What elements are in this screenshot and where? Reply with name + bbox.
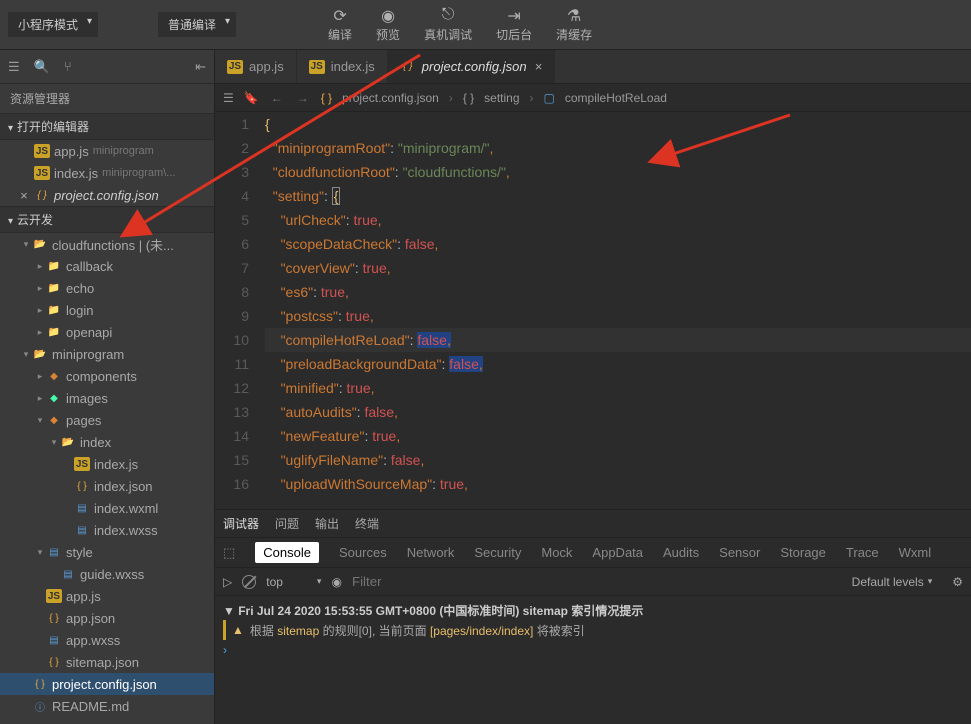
scope-dropdown[interactable]: top [266,575,321,589]
devtools-tab[interactable]: AppData [592,545,643,560]
console-group-header[interactable]: ▼ Fri Jul 24 2020 15:53:55 GMT+0800 (中国标… [223,600,963,620]
top-toolbar: 小程序模式 普通编译 ⟳编译 ◉预览 ⎋真机调试 ⇥切后台 ⚗清缓存 [0,0,971,50]
levels-dropdown[interactable]: Default levels [852,575,933,589]
debug-tab[interactable]: 终端 [355,515,379,532]
debug-tab[interactable]: 输出 [315,515,339,532]
editor-tabs: JSapp.jsJSindex.js{ }project.config.json… [215,50,971,84]
branch-icon[interactable]: ⑂ [64,59,72,74]
tree-item[interactable]: ⓘREADME.md [0,695,214,717]
explorer-iconrow: ☰ 🔍 ⑂ ⇤ [0,50,214,84]
tree-item[interactable]: ▸📁login [0,299,214,321]
tree-item[interactable]: ▾▤style [0,541,214,563]
tree-item[interactable]: ▾◆pages [0,409,214,431]
editor-tab[interactable]: JSindex.js [297,50,388,83]
debug-main-tabs: 调试器问题输出终端 [215,510,971,538]
list-icon[interactable]: ☰ [8,59,20,75]
collapse-icon[interactable]: ⇤ [195,59,206,75]
build-button[interactable]: ⟳编译 [328,6,352,43]
code-editor[interactable]: 12345678910111213141516 { "miniprogramRo… [215,112,971,509]
menu-icon[interactable]: ☰ [223,91,234,105]
tree-item[interactable]: ▸◆components [0,365,214,387]
devtools-tab[interactable]: Audits [663,545,699,560]
debug-panel: 调试器问题输出终端 ⬚ Console Sources Network Securit… [215,509,971,724]
eye-icon[interactable]: ◉ [331,575,341,589]
json-icon: { } [321,91,332,105]
debug-subtabs: ⬚ Console Sources Network Security Mock AppDa… [215,538,971,568]
tree-item[interactable]: { }index.json [0,475,214,497]
filter-input[interactable] [352,574,842,589]
editor-area: JSapp.jsJSindex.js{ }project.config.json… [215,50,971,724]
close-icon[interactable]: × [535,59,543,74]
explorer-title: 资源管理器 [0,84,214,113]
open-editor-item[interactable]: JSapp.jsminiprogram [0,140,214,162]
explorer-panel: ☰ 🔍 ⑂ ⇤ 资源管理器 打开的编辑器 JSapp.jsminiprogram… [0,50,215,724]
bookmark-icon[interactable]: 🔖 [244,91,259,105]
tree-item[interactable]: ▤index.wxss [0,519,214,541]
debug-tab[interactable]: 问题 [275,515,299,532]
inspect-icon[interactable]: ⬚ [223,545,235,561]
cloud-dev-section[interactable]: 云开发 [0,206,214,233]
tree-item[interactable]: ▾📂miniprogram [0,343,214,365]
clear-cache-button[interactable]: ⚗清缓存 [556,6,592,43]
tree-item[interactable]: JSindex.js [0,453,214,475]
devtools-tab[interactable]: Network [407,545,455,560]
tree-item[interactable]: ▸📁echo [0,277,214,299]
preview-button[interactable]: ◉预览 [376,6,400,43]
devtools-tab[interactable]: Mock [541,545,572,560]
clear-console-icon[interactable] [242,575,256,589]
settings-icon[interactable]: ⚙ [952,575,963,589]
tree-item[interactable]: ▤index.wxml [0,497,214,519]
background-button[interactable]: ⇥切后台 [496,6,532,43]
tree-item[interactable]: ▾📂index [0,431,214,453]
devtools-tab[interactable]: Sensor [719,545,760,560]
editor-tab[interactable]: JSapp.js [215,50,297,83]
editor-tab[interactable]: { }project.config.json× [388,50,555,83]
breadcrumb: ☰ 🔖 ← → { } project.config.json › { } se… [215,84,971,112]
console-warning-row: ▲ 根据 sitemap 的规则[0], 当前页面 [pages/index/i… [223,620,963,640]
mode-dropdown[interactable]: 小程序模式 [8,12,98,37]
compile-dropdown[interactable]: 普通编译 [158,12,236,37]
tree-item[interactable]: { }project.config.json [0,673,214,695]
tree-item[interactable]: { }app.json [0,607,214,629]
play-icon[interactable]: ▷ [223,575,232,589]
tree-item[interactable]: ▸◆images [0,387,214,409]
tree-item[interactable]: ▾📂cloudfunctions | (未... [0,233,214,255]
remote-debug-button[interactable]: ⎋真机调试 [424,6,472,43]
debug-tab[interactable]: 调试器 [223,515,259,532]
breadcrumb-root[interactable]: { } [463,91,474,105]
devtools-tab[interactable]: Storage [780,545,826,560]
tree-item[interactable]: { }sitemap.json [0,651,214,673]
back-icon[interactable]: ← [271,91,283,105]
devtools-tab[interactable]: Wxml [899,545,932,560]
console-body: ▼ Fri Jul 24 2020 15:53:55 GMT+0800 (中国标… [215,596,971,724]
warning-icon: ▲ [232,623,244,637]
breadcrumb-file[interactable]: project.config.json [342,91,439,105]
open-editor-item[interactable]: JSindex.jsminiprogram\... [0,162,214,184]
forward-icon[interactable]: → [297,91,309,105]
tree-item[interactable]: ▤guide.wxss [0,563,214,585]
devtools-tab[interactable]: Console [255,542,319,563]
breadcrumb-leaf[interactable]: compileHotReLoad [565,91,667,105]
tree-item[interactable]: JSapp.js [0,585,214,607]
search-icon[interactable]: 🔍 [34,59,50,75]
tree-item[interactable]: ▤app.wxss [0,629,214,651]
devtools-tab[interactable]: Trace [846,545,879,560]
breadcrumb-leaf-icon: ▢ [544,91,555,105]
file-tree: ▾📂cloudfunctions | (未...▸📁callback▸📁echo… [0,233,214,724]
console-prompt[interactable]: › [223,640,963,660]
devtools-tab[interactable]: Security [474,545,521,560]
open-editors-section[interactable]: 打开的编辑器 [0,113,214,140]
console-filter-row: ▷ top ◉ Default levels ⚙ [215,568,971,596]
tree-item[interactable]: ▸📁callback [0,255,214,277]
tree-item[interactable]: ▸📁openapi [0,321,214,343]
open-editor-item[interactable]: ×{ }project.config.json [0,184,214,206]
breadcrumb-setting[interactable]: setting [484,91,519,105]
devtools-tab[interactable]: Sources [339,545,387,560]
